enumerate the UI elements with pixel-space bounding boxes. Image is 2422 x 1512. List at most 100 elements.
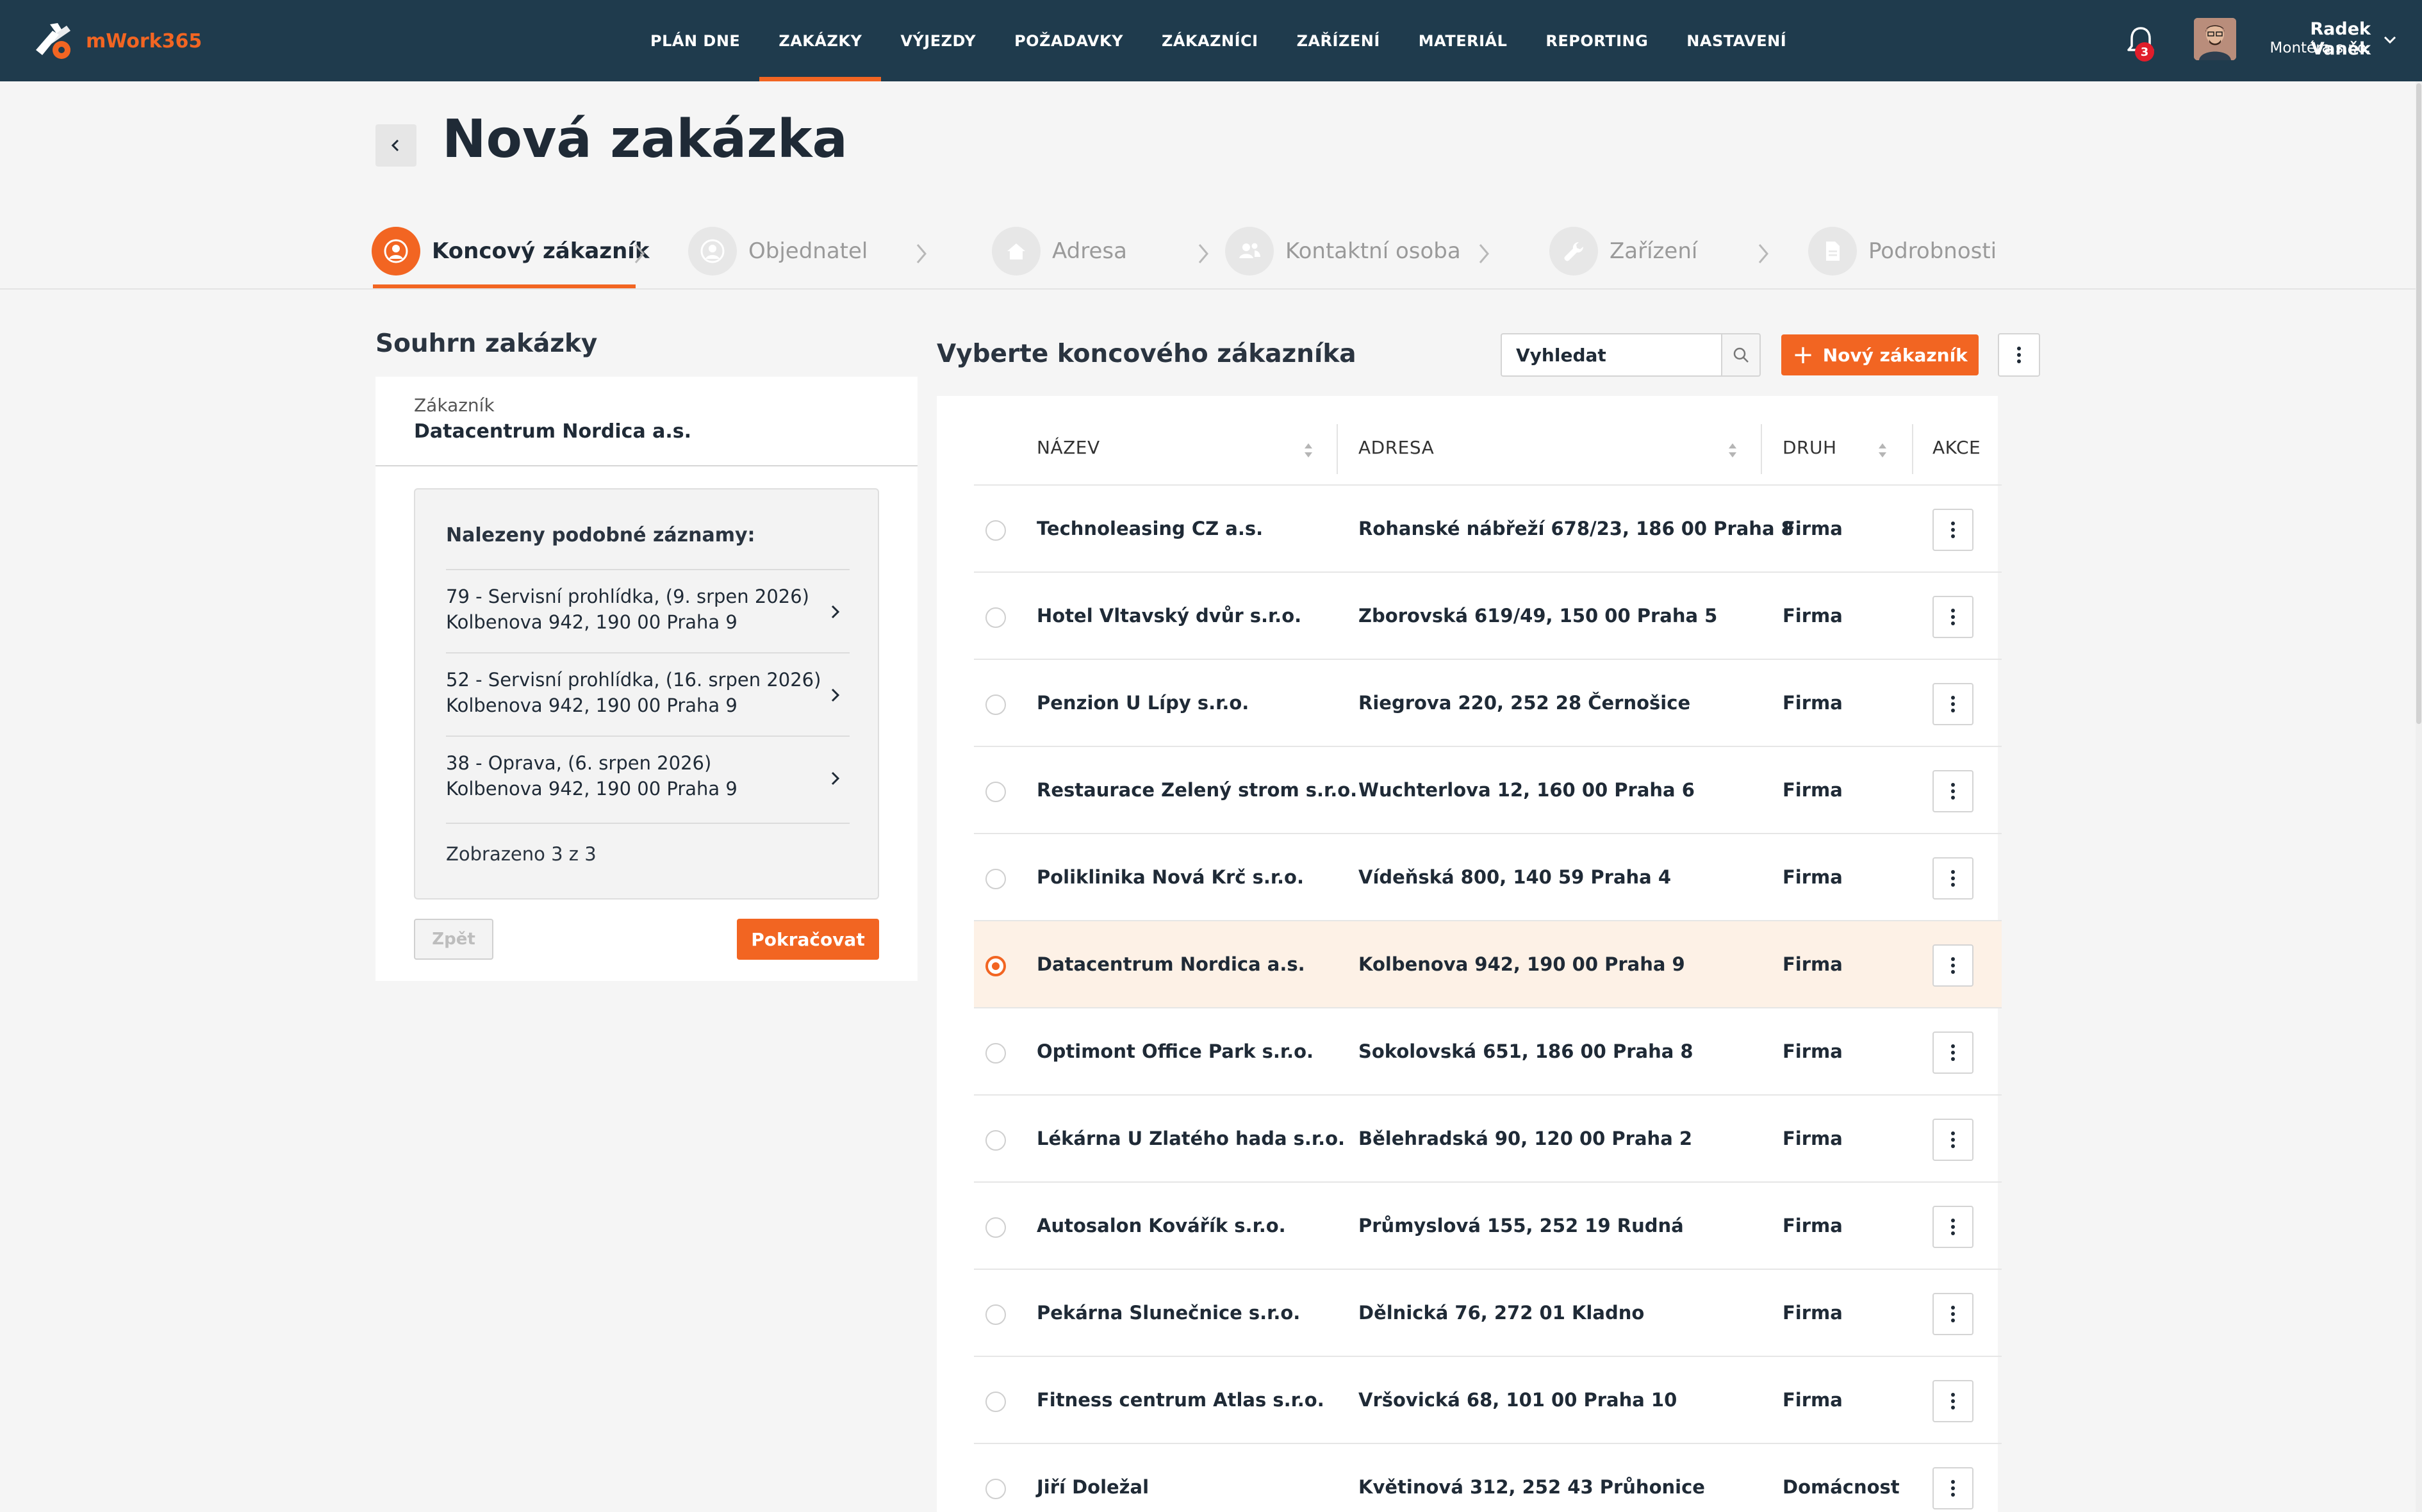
cell-kind: Firma [1783,1302,1843,1324]
search-input[interactable] [1501,333,1722,377]
row-actions-button[interactable] [1932,1031,1973,1074]
sort-icon[interactable] [1726,440,1739,461]
row-actions-button[interactable] [1932,596,1973,638]
row-radio[interactable] [985,782,1006,802]
summary-title: Souhrn zakázky [375,329,598,358]
table-row[interactable]: Jiří Doležal Květinová 312, 252 43 Průhon… [974,1444,2002,1512]
cell-address: Sokolovská 651, 186 00 Praha 8 [1358,1040,1693,1062]
column-divider [1912,424,1913,474]
nav-material[interactable]: MATERIÁL [1399,0,1527,81]
nav-pozadavky[interactable]: POŽADAVKY [995,0,1142,81]
back-button[interactable] [375,124,416,167]
summary-card: Zákazník Datacentrum Nordica a.s. Naleze… [375,377,918,981]
nav-vyjezdy[interactable]: VÝJEZDY [881,0,995,81]
cell-address: Kolbenova 942, 190 00 Praha 9 [1358,953,1685,975]
step-label: Zařízení [1610,238,1698,264]
similar-record-address: Kolbenova 942, 190 00 Praha 9 [446,778,737,800]
row-actions-button[interactable] [1932,1380,1973,1422]
cell-name: Poliklinika Nová Krč s.r.o. [1037,866,1304,888]
customer-name: Datacentrum Nordica a.s. [414,420,692,443]
row-actions-button[interactable] [1932,683,1973,725]
row-actions-button[interactable] [1932,1467,1973,1509]
nav-zakaznici[interactable]: ZÁKAZNÍCI [1142,0,1278,81]
cell-kind: Firma [1783,1389,1843,1411]
nav-zakazky[interactable]: ZAKÁZKY [759,0,882,81]
avatar[interactable] [2194,18,2236,60]
back-step-button[interactable]: Zpět [414,919,493,960]
row-radio[interactable] [985,956,1006,976]
table-row[interactable]: Fitness centrum Atlas s.r.o. Vršovická 68… [974,1357,2002,1444]
cell-name: Optimont Office Park s.r.o. [1037,1040,1314,1062]
logo-text: mWork365 [86,29,202,53]
cell-address: Průmyslová 155, 252 19 Rudná [1358,1215,1684,1237]
similar-records-box: Nalezeny podobné záznamy: 79 - Servisní … [414,488,879,900]
divider [446,823,850,824]
logo[interactable]: mWork365 [31,18,202,64]
row-actions-button[interactable] [1932,944,1973,987]
chevron-down-icon[interactable] [2382,32,2398,47]
table-row[interactable]: Hotel Vltavský dvůr s.r.o. Zborovská 619/… [974,573,2002,660]
column-header-name[interactable]: NÁZEV [1037,437,1100,458]
nav-plan-dne[interactable]: PLÁN DNE [631,0,759,81]
row-radio[interactable] [985,1479,1006,1499]
nav-nastaveni[interactable]: NASTAVENÍ [1667,0,1806,81]
nav-reporting[interactable]: REPORTING [1526,0,1667,81]
table-row[interactable]: Penzion U Lípy s.r.o. Riegrova 220, 252 2… [974,660,2002,747]
row-radio[interactable] [985,1392,1006,1412]
row-radio[interactable] [985,1217,1006,1238]
table-row[interactable]: Poliklinika Nová Krč s.r.o. Vídeňská 800,… [974,834,2002,921]
table-row[interactable]: Pekárna Slunečnice s.r.o. Dělnická 76, 27… [974,1270,2002,1357]
chevron-right-icon [831,688,840,702]
step-objednatel[interactable]: Objednatel [688,223,868,279]
more-options-button[interactable] [1998,333,2040,377]
similar-record-item[interactable]: 52 - Servisní prohlídka, (16. srpen 2026… [446,652,850,735]
customer-label: Zákazník [414,395,495,416]
row-actions-button[interactable] [1932,1119,1973,1161]
row-actions-button[interactable] [1932,857,1973,900]
row-radio[interactable] [985,1304,1006,1325]
more-vertical-icon [1951,522,1955,538]
new-customer-button[interactable]: + Nový zákazník [1781,334,1979,375]
step-zarizeni[interactable]: Zařízení [1549,223,1697,279]
row-actions-button[interactable] [1932,1206,1973,1248]
search-button[interactable] [1721,333,1761,377]
step-label: Objednatel [748,238,868,264]
continue-button[interactable]: Pokračovat [737,919,879,960]
row-radio[interactable] [985,869,1006,889]
table-row[interactable]: Datacentrum Nordica a.s. Kolbenova 942, 1… [974,921,2002,1008]
similar-record-item[interactable]: 38 - Oprava, (6. srpen 2026) Kolbenova 9… [446,735,850,819]
step-kontaktni-osoba[interactable]: Kontaktní osoba [1225,223,1461,279]
scrollbar-thumb[interactable] [2416,83,2421,724]
more-vertical-icon [1951,1044,1955,1061]
row-radio[interactable] [985,520,1006,541]
step-podrobnosti[interactable]: Podrobnosti [1808,223,1997,279]
more-vertical-icon [1951,1393,1955,1409]
table-row[interactable]: Technoleasing CZ a.s. Rohanské nábřeží 67… [974,486,2002,573]
row-radio[interactable] [985,607,1006,628]
row-radio[interactable] [985,1043,1006,1064]
row-actions-button[interactable] [1932,509,1973,551]
similar-record-address: Kolbenova 942, 190 00 Praha 9 [446,694,737,716]
sort-icon[interactable] [1302,440,1315,461]
notification-badge: 3 [2135,42,2154,62]
table-row[interactable]: Optimont Office Park s.r.o. Sokolovská 65… [974,1008,2002,1096]
similar-record-item[interactable]: 79 - Servisní prohlídka, (9. srpen 2026)… [446,569,850,652]
table-row[interactable]: Restaurace Zelený strom s.r.o. Wuchterlov… [974,747,2002,834]
table-row[interactable]: Autosalon Kovářík s.r.o. Průmyslová 155, … [974,1183,2002,1270]
nav-zarizeni[interactable]: ZAŘÍZENÍ [1278,0,1399,81]
cell-address: Zborovská 619/49, 150 00 Praha 5 [1358,605,1718,627]
more-vertical-icon [1951,870,1955,887]
column-header-kind[interactable]: DRUH [1783,437,1837,458]
row-actions-button[interactable] [1932,1293,1973,1335]
cell-address: Vršovická 68, 101 00 Praha 10 [1358,1389,1677,1411]
column-header-address[interactable]: ADRESA [1358,437,1434,458]
cell-address: Bělehradská 90, 120 00 Praha 2 [1358,1128,1693,1149]
sort-icon[interactable] [1876,440,1889,461]
row-actions-button[interactable] [1932,770,1973,812]
table-row[interactable]: Lékárna U Zlatého hada s.r.o. Bělehradská… [974,1096,2002,1183]
step-adresa[interactable]: Adresa [992,223,1127,279]
similar-records-count: Zobrazeno 3 z 3 [446,843,597,865]
row-radio[interactable] [985,694,1006,715]
step-koncovy-zakaznik[interactable]: Koncový zákazník [372,223,650,279]
row-radio[interactable] [985,1130,1006,1151]
